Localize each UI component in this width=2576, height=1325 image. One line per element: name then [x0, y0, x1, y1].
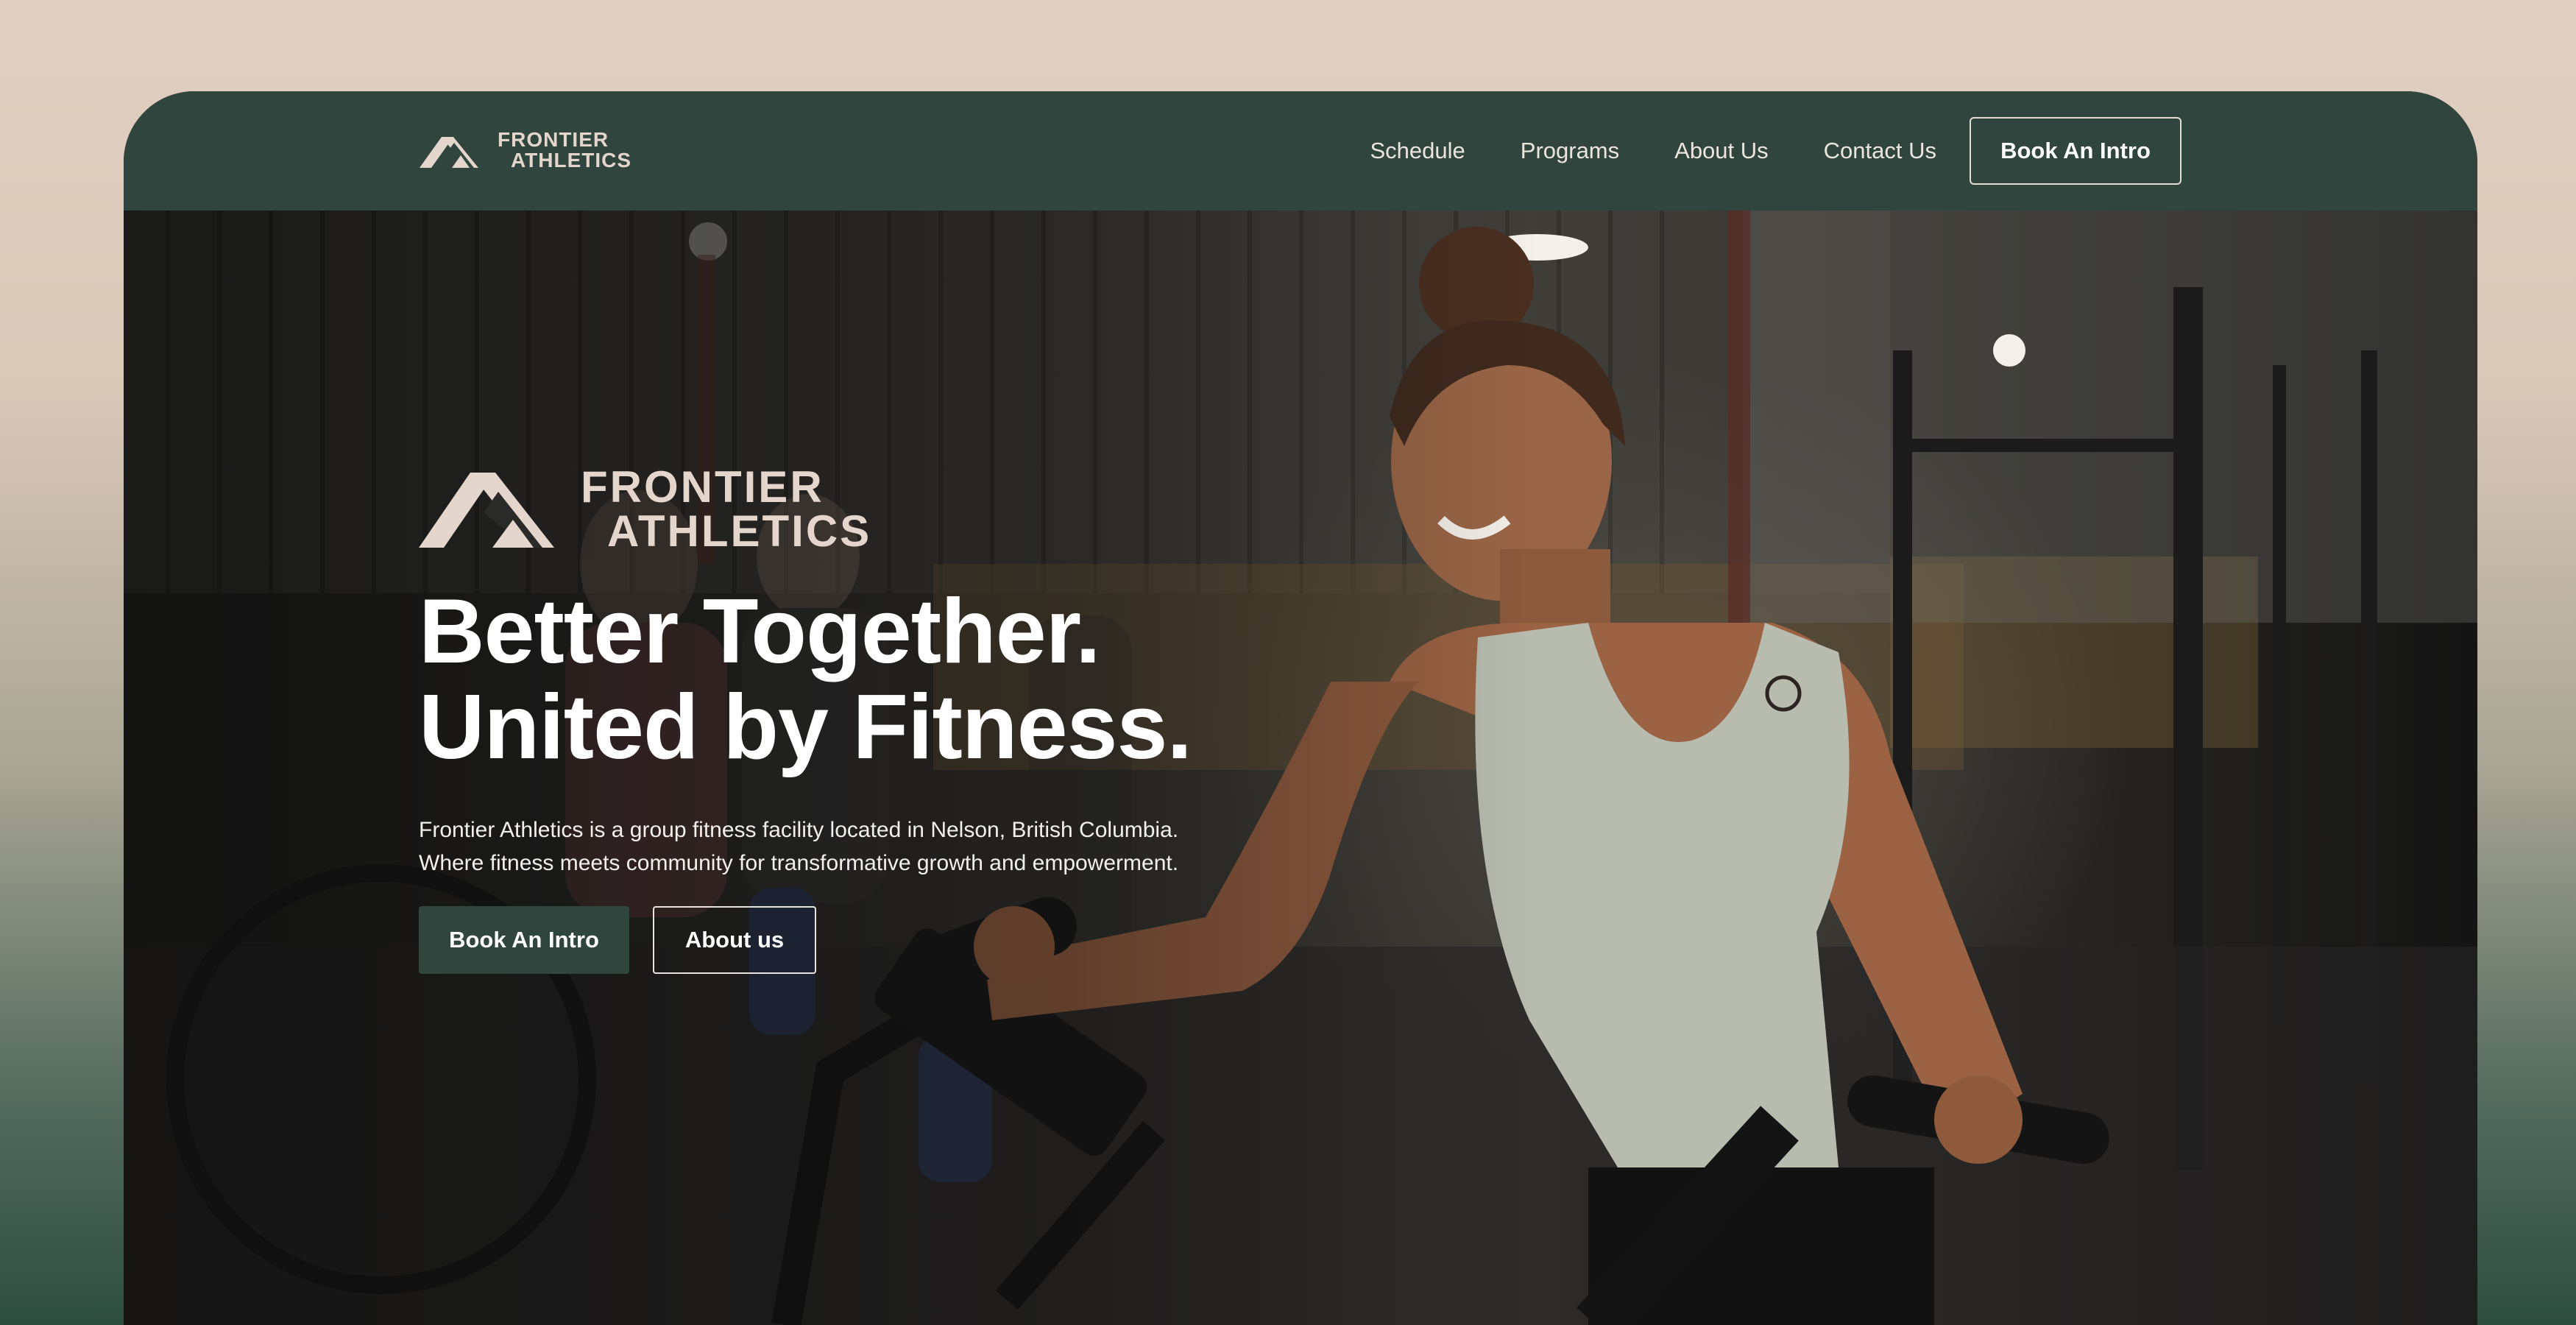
description-line-1: Frontier Athletics is a group fitness fa… — [419, 818, 1179, 842]
nav-link-programs[interactable]: Programs — [1521, 138, 1619, 164]
nav-logo-wordmark: FRONTIER ATHLETICS — [498, 130, 631, 171]
nav-link-schedule[interactable]: Schedule — [1370, 138, 1465, 164]
hero-logo: FRONTIER ATHLETICS — [419, 465, 1449, 554]
nav-book-intro-button[interactable]: Book An Intro — [1970, 117, 2182, 185]
logo-line-1: FRONTIER — [581, 462, 824, 512]
nav-link-about-us[interactable]: About Us — [1674, 138, 1769, 164]
hero-about-us-button[interactable]: About us — [653, 906, 816, 974]
main-nav: Schedule Programs About Us Contact Us Bo… — [1370, 116, 2182, 186]
browser-frame: FRONTIER ATHLETICS Schedule Programs Abo… — [124, 91, 2477, 1325]
mountain-chevron-icon — [419, 473, 554, 548]
headline-line-1: Better Together. — [419, 581, 1101, 682]
logo-line-1: FRONTIER — [498, 128, 609, 151]
nav-logo[interactable]: FRONTIER ATHLETICS — [420, 130, 637, 171]
hero-headline: Better Together. United by Fitness. — [419, 584, 1449, 775]
logo-line-2: ATHLETICS — [607, 506, 872, 556]
hero-section: FRONTIER ATHLETICS Better Together. Unit… — [124, 211, 2477, 1325]
hero-book-intro-button[interactable]: Book An Intro — [419, 906, 629, 974]
logo-line-2: ATHLETICS — [511, 149, 632, 172]
hero-content: FRONTIER ATHLETICS Better Together. Unit… — [419, 465, 1449, 974]
nav-link-contact-us[interactable]: Contact Us — [1824, 138, 1936, 164]
headline-line-2: United by Fitness. — [419, 676, 1192, 778]
hero-button-row: Book An Intro About us — [419, 906, 1449, 974]
top-navbar: FRONTIER ATHLETICS Schedule Programs Abo… — [124, 91, 2477, 211]
description-line-2: Where fitness meets community for transf… — [419, 851, 1179, 875]
hero-description: Frontier Athletics is a group fitness fa… — [419, 813, 1449, 880]
mountain-chevron-icon — [420, 137, 478, 168]
hero-logo-wordmark: FRONTIER ATHLETICS — [581, 465, 871, 554]
